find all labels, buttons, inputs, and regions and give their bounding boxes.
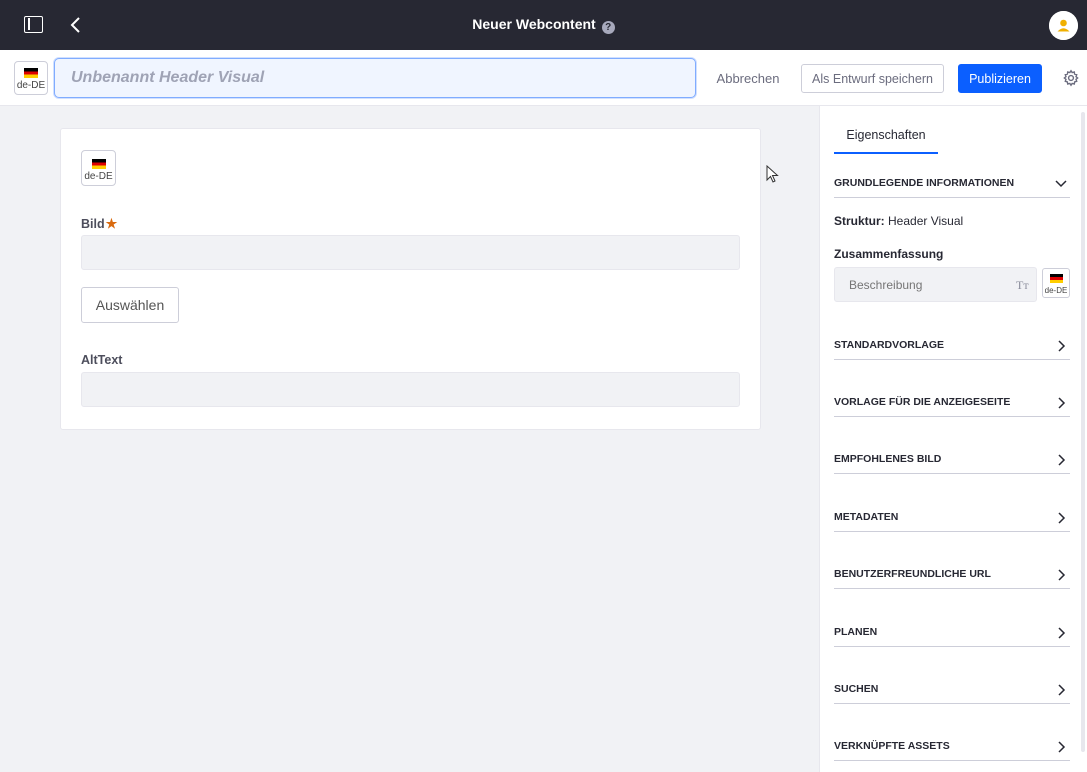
- section-featured-image[interactable]: EMPFOHLENES BILD: [834, 448, 1070, 474]
- publish-button[interactable]: Publizieren: [958, 64, 1042, 93]
- summary-language-selector[interactable]: de-DE: [1042, 268, 1070, 298]
- alt-text-field[interactable]: [81, 372, 740, 407]
- section-display-page-template[interactable]: VORLAGE FÜR DIE ANZEIGESEITE: [834, 391, 1070, 417]
- save-draft-button[interactable]: Als Entwurf speichern: [801, 64, 944, 93]
- chevron-right-icon: [1058, 684, 1066, 696]
- page-title: Neuer Webcontent?: [0, 16, 1087, 34]
- content-form-card: de-DE Bild★ Auswählen AltText: [60, 128, 761, 430]
- chevron-right-icon: [1058, 627, 1066, 639]
- sidebar-scrollbar[interactable]: [1081, 112, 1085, 752]
- chevron-right-icon: [1058, 741, 1066, 753]
- section-schedule[interactable]: PLANEN: [834, 621, 1070, 647]
- gear-icon[interactable]: [1062, 69, 1080, 87]
- german-flag-icon: [24, 68, 38, 78]
- alt-text-label: AltText: [81, 353, 123, 367]
- required-icon: ★: [105, 216, 118, 231]
- section-default-template[interactable]: STANDARDVORLAGE: [834, 334, 1070, 360]
- text-format-icon[interactable]: Tт: [1016, 278, 1029, 293]
- german-flag-icon: [91, 159, 106, 169]
- section-related-assets[interactable]: VERKNÜPFTE ASSETS: [834, 735, 1070, 761]
- properties-sidebar: Eigenschaften GRUNDLEGENDE INFORMATIONEN…: [819, 106, 1087, 772]
- chevron-down-icon: [1055, 180, 1067, 188]
- language-selector[interactable]: de-DE: [14, 61, 48, 95]
- chevron-right-icon: [1058, 340, 1066, 352]
- title-input[interactable]: [54, 58, 696, 98]
- top-bar: Neuer Webcontent?: [0, 0, 1087, 50]
- german-flag-icon: [1049, 274, 1063, 283]
- form-language-selector[interactable]: de-DE: [81, 150, 116, 186]
- section-basic-info[interactable]: GRUNDLEGENDE INFORMATIONEN: [834, 172, 1070, 198]
- image-label: Bild★: [81, 216, 118, 231]
- avatar[interactable]: [1049, 11, 1078, 40]
- section-metadata[interactable]: METADATEN: [834, 506, 1070, 532]
- chevron-right-icon: [1058, 454, 1066, 466]
- chevron-right-icon: [1058, 397, 1066, 409]
- structure-info: Struktur: Header Visual: [834, 214, 964, 228]
- tab-properties[interactable]: Eigenschaften: [834, 128, 938, 154]
- section-search[interactable]: SUCHEN: [834, 678, 1070, 704]
- help-icon[interactable]: ?: [601, 21, 615, 34]
- image-field: [81, 235, 740, 270]
- chevron-right-icon: [1058, 569, 1066, 581]
- cancel-button[interactable]: Abbrechen: [710, 64, 786, 92]
- mouse-cursor-icon: [766, 165, 779, 183]
- select-image-button[interactable]: Auswählen: [81, 287, 179, 323]
- summary-label: Zusammenfassung: [834, 247, 944, 261]
- section-friendly-url[interactable]: BENUTZERFREUNDLICHE URL: [834, 563, 1070, 589]
- chevron-right-icon: [1058, 512, 1066, 524]
- description-input[interactable]: [834, 267, 1037, 302]
- title-row: de-DE Abbrechen Als Entwurf speichern Pu…: [0, 50, 1087, 106]
